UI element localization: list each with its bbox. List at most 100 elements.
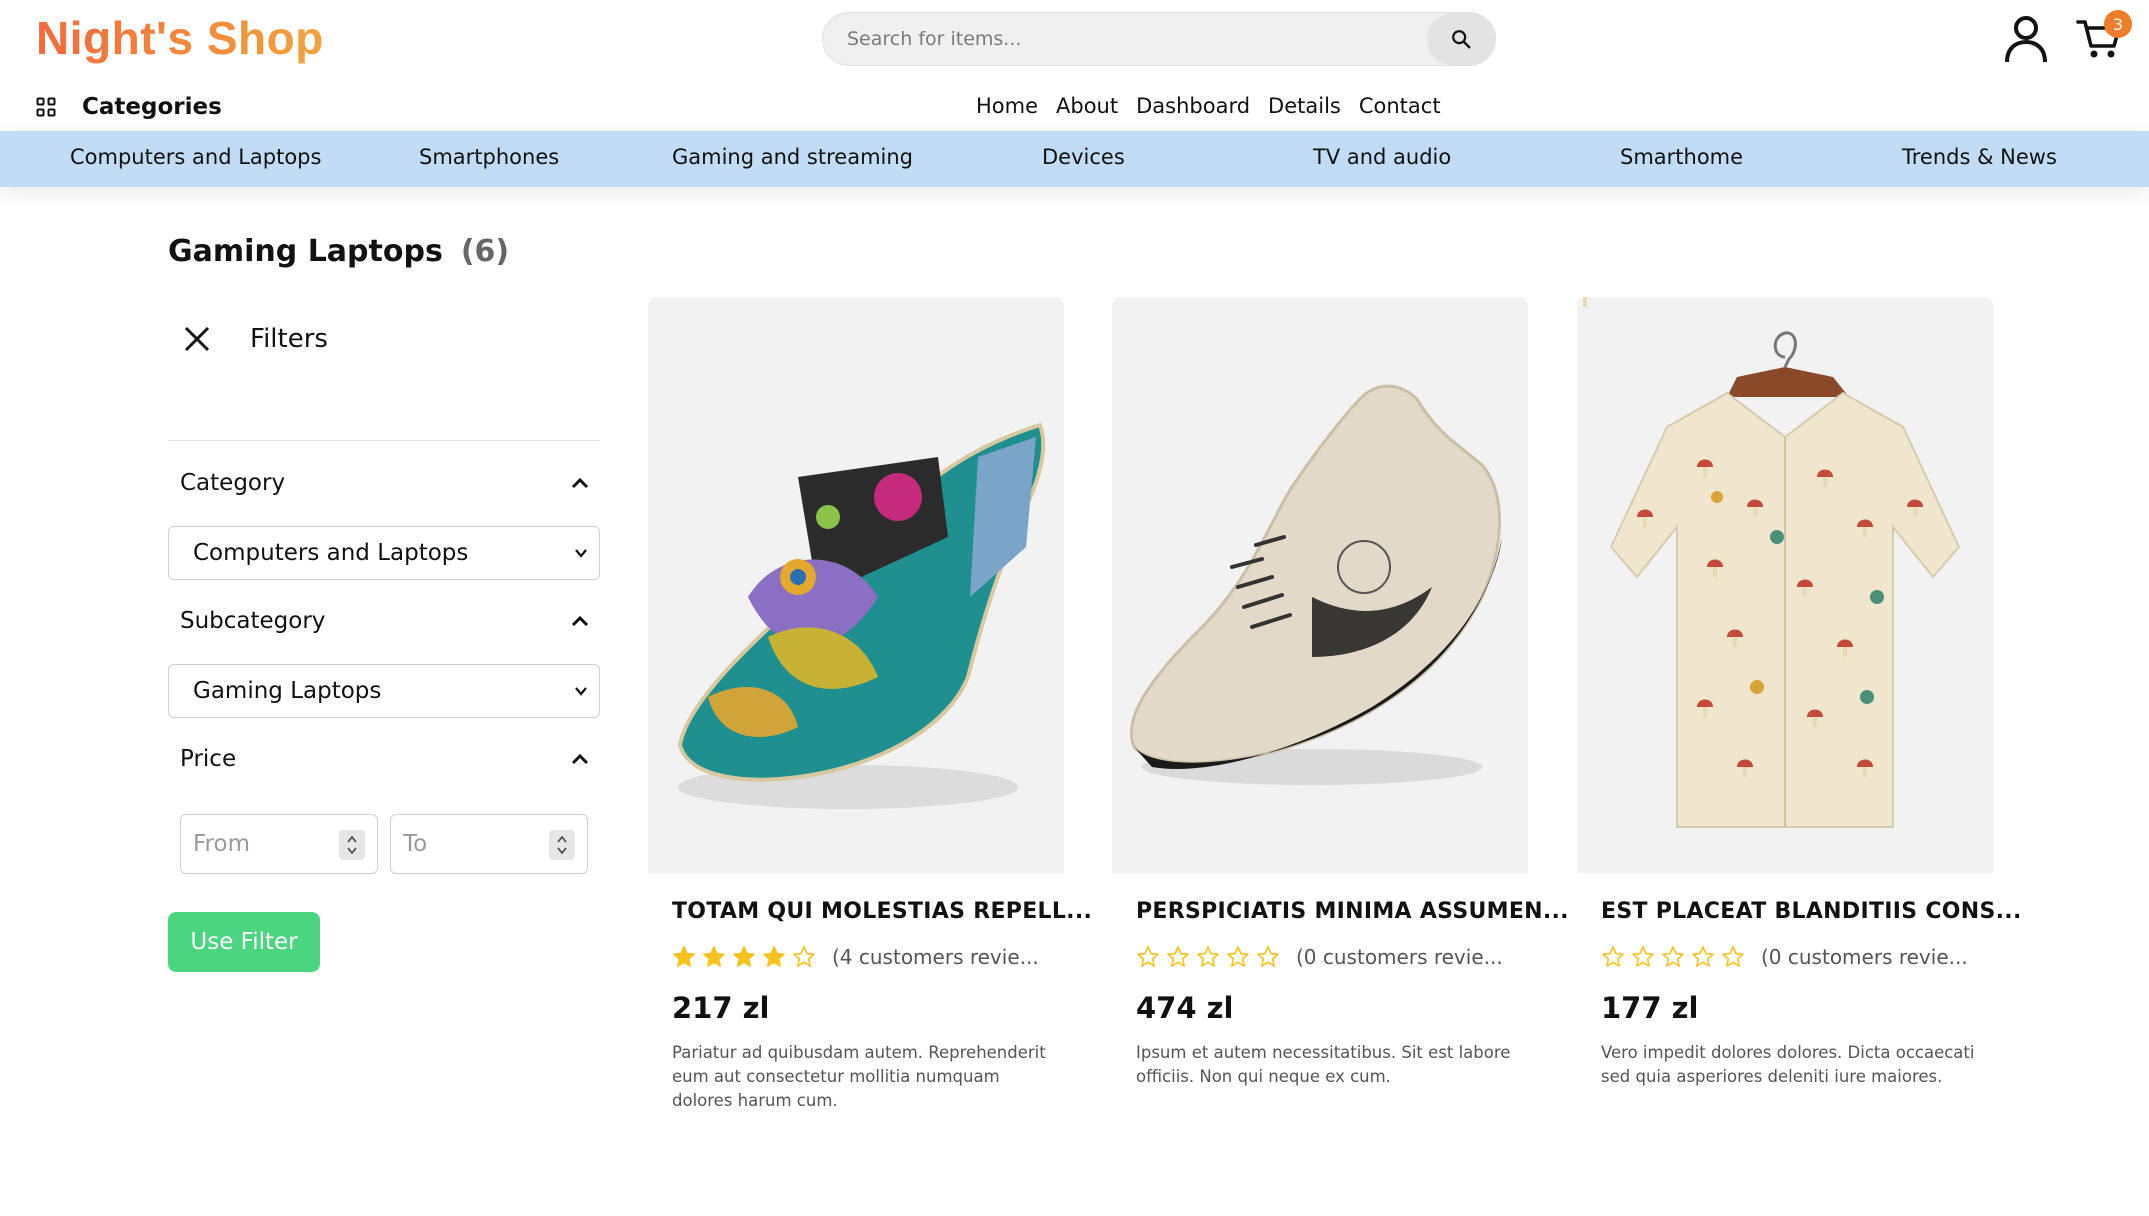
- nav-dashboard[interactable]: Dashboard: [1136, 94, 1250, 118]
- categories-menu[interactable]: Categories: [36, 94, 222, 120]
- account-icon[interactable]: [2003, 14, 2049, 64]
- stepper-arrows-icon: [347, 835, 357, 855]
- filters-divider: [168, 440, 600, 441]
- grid-icon: [36, 97, 56, 117]
- product-description: Vero impedit dolores dolores. Dicta occa…: [1601, 1043, 1975, 1086]
- product-rating: (0 customers revie...: [1601, 945, 1968, 969]
- search-icon: [1452, 30, 1471, 49]
- star-outline-icon: [1632, 946, 1654, 967]
- search-bar: [822, 12, 1496, 66]
- logo-wordmark: Night's Shop: [36, 12, 324, 64]
- product-description: Ipsum et autem necessitatibus. Sit est l…: [1136, 1043, 1511, 1086]
- product-name[interactable]: TOTAM QUI MOLESTIAS REPELL...: [672, 899, 1092, 924]
- category-trends-news[interactable]: Trends & News: [1902, 145, 2057, 169]
- price-filter-label: Price: [180, 746, 237, 772]
- cart-count-badge: 3: [2104, 10, 2132, 38]
- logo-text: Night's Shop: [36, 12, 324, 64]
- category-select-value: Computers and Laptops: [193, 540, 469, 566]
- price-to-input[interactable]: To: [390, 814, 588, 874]
- rating-stars: [1601, 945, 1745, 969]
- search-button[interactable]: [1427, 13, 1495, 65]
- nav-home[interactable]: Home: [976, 94, 1038, 118]
- shirt-image: [1583, 297, 1961, 828]
- categories-label: Categories: [82, 94, 222, 120]
- nav-contact[interactable]: Contact: [1359, 94, 1441, 118]
- sandal-image: [677, 422, 1046, 809]
- page-title: Gaming Laptops (6): [168, 234, 509, 269]
- filters-header: Filters: [180, 322, 328, 356]
- star-filled-icon: [703, 946, 725, 967]
- subcategory-select[interactable]: Gaming Laptops: [168, 664, 600, 718]
- star-outline-icon: [1167, 946, 1189, 967]
- star-outline-icon: [793, 946, 815, 967]
- sneaker-image: [1129, 384, 1502, 785]
- main-nav: Home About Dashboard Details Contact: [976, 94, 1441, 118]
- product-image[interactable]: [1577, 297, 1993, 873]
- product-name[interactable]: EST PLACEAT BLANDITIIS CONS...: [1601, 899, 2022, 924]
- chevron-down-icon: [575, 687, 587, 696]
- price-from-stepper[interactable]: [339, 830, 365, 860]
- chevron-up-icon: [571, 477, 589, 489]
- star-filled-icon: [733, 946, 755, 967]
- close-icon[interactable]: [180, 322, 214, 356]
- star-outline-icon: [1692, 946, 1714, 967]
- star-outline-icon: [1722, 946, 1744, 967]
- price-from-input[interactable]: From: [180, 814, 378, 874]
- product-card[interactable]: PERSPICIATIS MINIMA ASSUMEN... (0 custom…: [1112, 297, 1569, 1137]
- price-from-placeholder: From: [193, 831, 250, 857]
- subcategory-section-toggle[interactable]: Subcategory: [180, 608, 590, 634]
- category-tv-audio[interactable]: TV and audio: [1313, 145, 1451, 169]
- product-reviews-link[interactable]: (0 customers revie...: [1761, 945, 1968, 969]
- price-to-placeholder: To: [403, 831, 428, 857]
- shop-logo[interactable]: Night's Shop: [36, 10, 336, 78]
- product-image[interactable]: [1112, 297, 1528, 873]
- category-bar: Computers and Laptops Smartphones Gaming…: [0, 131, 2149, 187]
- price-to-stepper[interactable]: [549, 830, 575, 860]
- search-input[interactable]: [823, 13, 1427, 65]
- category-computers-laptops[interactable]: Computers and Laptops: [70, 145, 321, 169]
- product-card[interactable]: TOTAM QUI MOLESTIAS REPELL... (4 custome…: [648, 297, 1092, 1137]
- nav-about[interactable]: About: [1056, 94, 1118, 118]
- product-price: 177 zl: [1601, 991, 1699, 1025]
- price-section-toggle[interactable]: Price: [180, 746, 590, 772]
- product-rating: (0 customers revie...: [1136, 945, 1503, 969]
- star-filled-icon: [673, 946, 695, 967]
- chevron-up-icon: [571, 753, 589, 765]
- result-count: (6): [460, 234, 510, 269]
- category-smartphones[interactable]: Smartphones: [419, 145, 559, 169]
- category-gaming-streaming[interactable]: Gaming and streaming: [672, 145, 913, 169]
- product-card[interactable]: EST PLACEAT BLANDITIIS CONS... (0 custom…: [1577, 297, 2021, 1137]
- star-outline-icon: [1227, 946, 1249, 967]
- product-price: 217 zl: [672, 991, 770, 1025]
- use-filter-button[interactable]: Use Filter: [168, 912, 320, 972]
- page-title-text: Gaming Laptops: [168, 234, 443, 269]
- product-name[interactable]: PERSPICIATIS MINIMA ASSUMEN...: [1136, 899, 1569, 924]
- nav-details[interactable]: Details: [1268, 94, 1341, 118]
- product-price: 474 zl: [1136, 991, 1234, 1025]
- subcategory-select-value: Gaming Laptops: [193, 678, 382, 704]
- chevron-down-icon: [575, 549, 587, 558]
- category-select[interactable]: Computers and Laptops: [168, 526, 600, 580]
- star-outline-icon: [1257, 946, 1279, 967]
- chevron-up-icon: [571, 615, 589, 627]
- star-outline-icon: [1137, 946, 1159, 967]
- category-section-toggle[interactable]: Category: [180, 470, 590, 496]
- rating-stars: [1136, 945, 1280, 969]
- product-image[interactable]: [648, 297, 1064, 873]
- stepper-arrows-icon: [557, 835, 567, 855]
- star-outline-icon: [1662, 946, 1684, 967]
- product-reviews-link[interactable]: (0 customers revie...: [1296, 945, 1503, 969]
- rating-stars: [672, 945, 816, 969]
- product-rating: (4 customers revie...: [672, 945, 1039, 969]
- category-smarthome[interactable]: Smarthome: [1620, 145, 1743, 169]
- category-devices[interactable]: Devices: [1042, 145, 1125, 169]
- cart-button[interactable]: 3: [2076, 10, 2132, 64]
- star-outline-icon: [1197, 946, 1219, 967]
- category-filter-label: Category: [180, 470, 286, 496]
- filters-title: Filters: [250, 324, 328, 354]
- star-filled-icon: [763, 946, 785, 967]
- star-outline-icon: [1602, 946, 1624, 967]
- product-description: Pariatur ad quibusdam autem. Reprehender…: [672, 1043, 1046, 1110]
- product-reviews-link[interactable]: (4 customers revie...: [832, 945, 1039, 969]
- subcategory-filter-label: Subcategory: [180, 608, 326, 634]
